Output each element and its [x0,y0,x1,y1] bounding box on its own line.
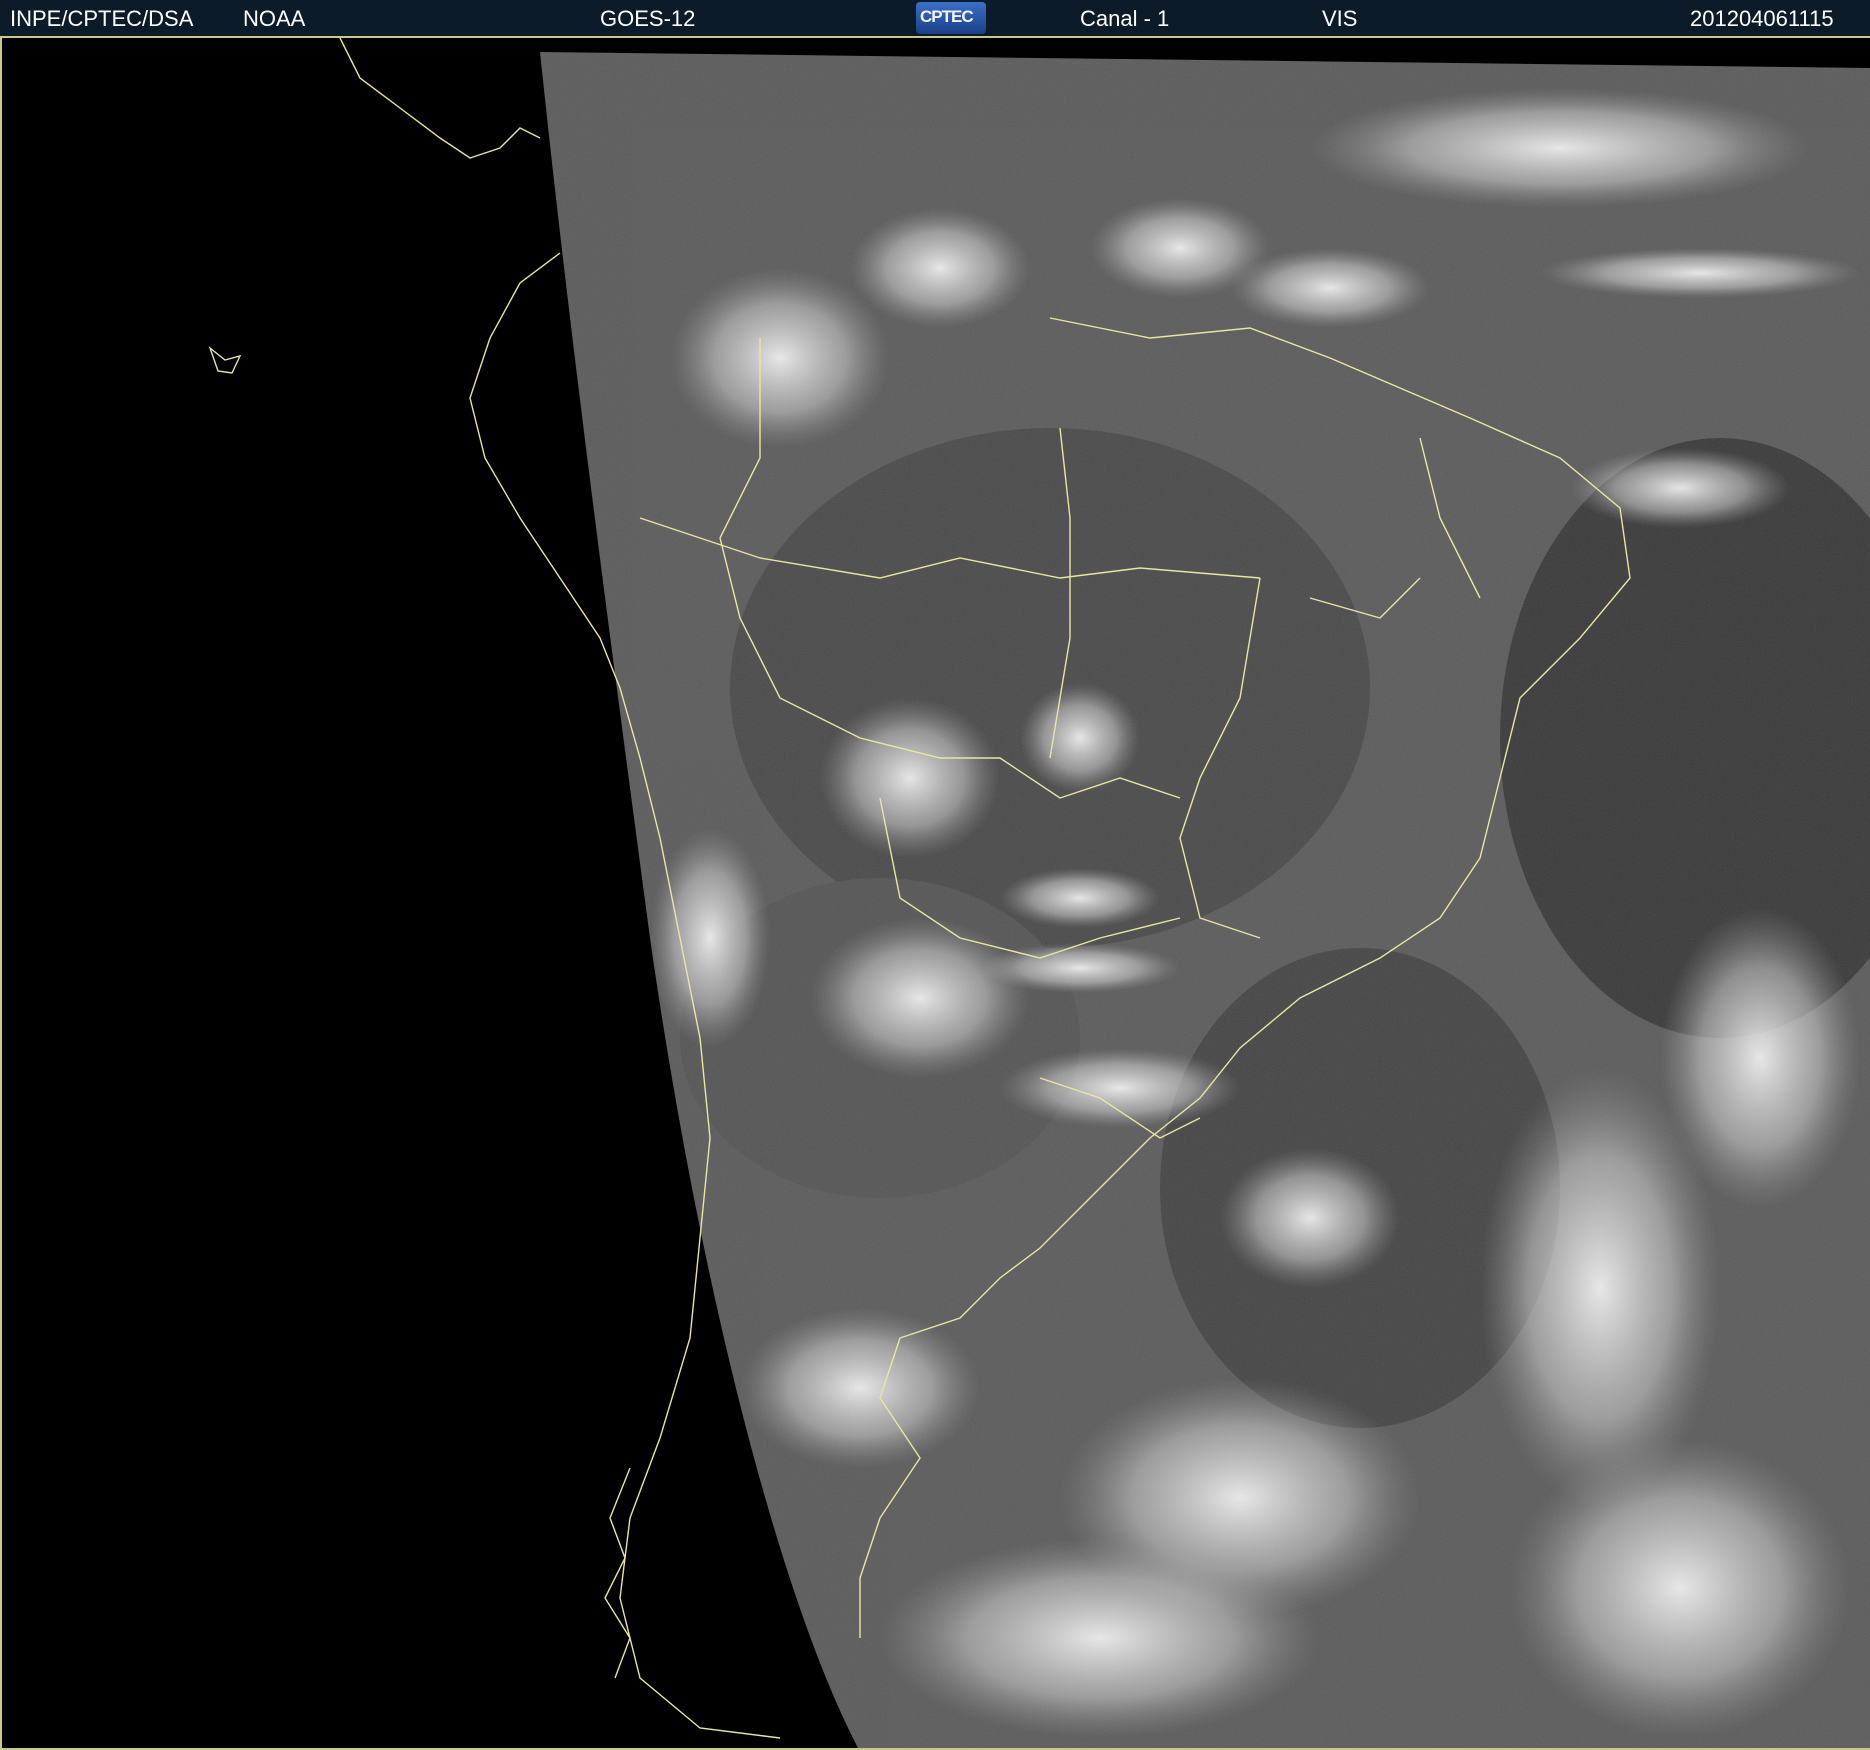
logo-text: CPTEC [920,7,974,26]
channel-label: Canal - 1 [1080,6,1170,31]
earth-disc [540,52,1870,1748]
satellite-image [208,38,1870,1748]
agency-label: NOAA [243,6,306,31]
band-label: VIS [1322,6,1358,31]
timestamp-label: 201204061115 [1690,6,1834,31]
satellite-label: GOES-12 [600,6,696,31]
institution-label: INPE/CPTEC/DSA [10,6,194,31]
cptec-logo: CPTEC [916,2,986,34]
header-bar: INPE/CPTEC/DSA NOAA GOES-12 CPTEC Canal … [0,0,1870,36]
